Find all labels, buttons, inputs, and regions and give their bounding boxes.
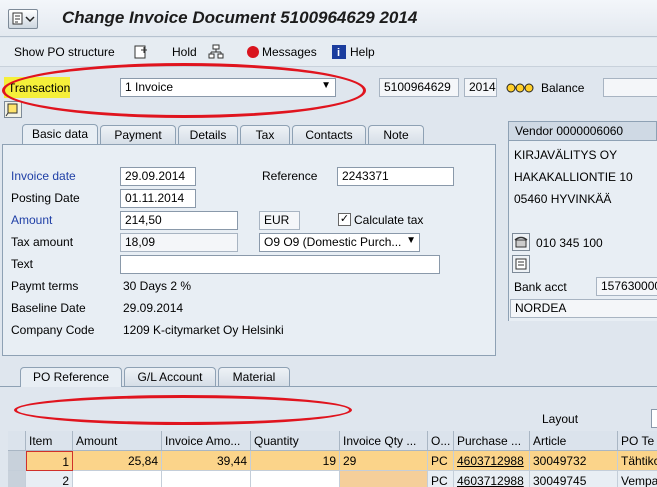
posting-date-field[interactable]: 01.11.2014 bbox=[120, 189, 196, 208]
baseline-date-value: 29.09.2014 bbox=[123, 301, 184, 315]
menu-icon[interactable] bbox=[8, 9, 38, 29]
grid-cell-item[interactable]: 1 bbox=[26, 451, 73, 471]
row-selector[interactable] bbox=[8, 471, 26, 487]
hierarchy-icon[interactable] bbox=[208, 44, 224, 60]
fiscal-year-field: 2014 bbox=[464, 78, 497, 97]
layout-field[interactable] bbox=[651, 409, 657, 428]
grid-cell-quantity[interactable]: 19 bbox=[251, 451, 340, 471]
grid-cell-invoice-amount[interactable]: 39,44 bbox=[162, 451, 251, 471]
column-header-amount[interactable]: Amount bbox=[73, 431, 162, 451]
baseline-date-label: Baseline Date bbox=[11, 301, 86, 315]
messages-button[interactable]: Messages bbox=[262, 45, 317, 59]
phone-icon[interactable] bbox=[512, 233, 530, 251]
grid-cell-item[interactable]: 2 bbox=[26, 471, 73, 487]
grid-cell-invoice-amount[interactable] bbox=[162, 471, 251, 487]
calculate-tax-checkbox[interactable]: ✓ bbox=[338, 213, 351, 226]
grid-cell-order-unit[interactable]: PC bbox=[428, 451, 454, 471]
tax-code-value: O9 O9 (Domestic Purch... bbox=[264, 235, 402, 249]
grid-cell-article[interactable]: 30049732 bbox=[530, 451, 618, 471]
invoice-date-field[interactable]: 29.09.2014 bbox=[120, 167, 196, 186]
tax-amount-field: 18,09 bbox=[120, 233, 238, 252]
fax-icon[interactable] bbox=[512, 255, 530, 273]
company-code-label: Company Code bbox=[11, 323, 95, 337]
column-header-article[interactable]: Article bbox=[530, 431, 618, 451]
tab-tax[interactable]: Tax bbox=[240, 125, 290, 144]
calculate-tax-label: Calculate tax bbox=[354, 213, 424, 227]
grid-cell-purchase-order[interactable]: 4603712988 bbox=[454, 471, 530, 487]
tab-note[interactable]: Note bbox=[368, 125, 424, 144]
row-selector-header[interactable] bbox=[8, 431, 26, 451]
balance-traffic-light-icon bbox=[506, 82, 536, 97]
detail-toggle-icon[interactable] bbox=[4, 101, 22, 118]
reference-label: Reference bbox=[262, 169, 318, 183]
column-header-invoice-qty[interactable]: Invoice Qty ... bbox=[340, 431, 428, 451]
tab-basic-data[interactable]: Basic data bbox=[22, 124, 98, 144]
document-icon[interactable] bbox=[133, 44, 149, 60]
grid-cell-order-unit: PC bbox=[428, 471, 454, 487]
help-icon[interactable]: i bbox=[331, 44, 347, 60]
layout-label: Layout bbox=[542, 412, 579, 426]
amount-field[interactable]: 214,50 bbox=[120, 211, 238, 230]
grid-cell-quantity[interactable] bbox=[251, 471, 340, 487]
balance-field bbox=[603, 78, 657, 97]
row-selector[interactable] bbox=[8, 451, 26, 471]
grid-cell-amount[interactable] bbox=[73, 471, 162, 487]
grid-cell-po-text: Vempa bbox=[618, 471, 657, 487]
column-header-invoice-amount[interactable]: Invoice Amo... bbox=[162, 431, 251, 451]
grid-cell-purchase-order[interactable]: 4603712988 bbox=[454, 451, 530, 471]
hold-button[interactable]: Hold bbox=[172, 45, 197, 59]
invoice-date-label: Invoice date bbox=[11, 169, 76, 183]
annotation-oval-grid bbox=[14, 395, 352, 425]
tab-payment[interactable]: Payment bbox=[100, 125, 176, 144]
tab-po-reference[interactable]: PO Reference bbox=[20, 367, 122, 387]
grid-cell-amount[interactable]: 25,84 bbox=[73, 451, 162, 471]
window-title: Change Invoice Document 5100964629 2014 bbox=[62, 8, 418, 27]
tax-code-select[interactable]: O9 O9 (Domestic Purch... ▼ bbox=[259, 233, 420, 252]
tab-gl-account[interactable]: G/L Account bbox=[124, 367, 216, 386]
company-code-value: 1209 K-citymarket Oy Helsinki bbox=[123, 323, 284, 337]
bank-name-field: NORDEA bbox=[510, 299, 657, 318]
posting-date-label: Posting Date bbox=[11, 191, 80, 205]
text-field[interactable] bbox=[120, 255, 440, 274]
column-header-po-text[interactable]: PO Te bbox=[618, 431, 657, 451]
vendor-phone: 010 345 100 bbox=[536, 236, 603, 250]
grid-cell-invoice-qty[interactable]: 29 bbox=[340, 451, 428, 471]
bank-account-field: 157630000 bbox=[596, 277, 657, 296]
vendor-city: 05460 HYVINKÄÄ bbox=[514, 192, 612, 206]
currency-field: EUR bbox=[259, 211, 300, 230]
reference-field[interactable]: 2243371 bbox=[337, 167, 454, 186]
grid-cell-invoice-qty[interactable] bbox=[340, 471, 428, 487]
amount-label: Amount bbox=[11, 213, 53, 227]
help-button[interactable]: Help bbox=[350, 45, 375, 59]
chevron-down-icon[interactable]: ▼ bbox=[406, 235, 416, 246]
document-number-field: 5100964629 bbox=[379, 78, 459, 97]
column-header-quantity[interactable]: Quantity bbox=[251, 431, 340, 451]
tax-amount-label: Tax amount bbox=[11, 235, 74, 249]
svg-text:i: i bbox=[337, 47, 340, 59]
column-header-item[interactable]: Item bbox=[26, 431, 73, 451]
grid-cell-po-text[interactable]: Tähtikc bbox=[618, 451, 657, 471]
vendor-street: HAKAKALLIONTIE 10 bbox=[514, 170, 633, 184]
text-label: Text bbox=[11, 257, 34, 271]
bank-account-label: Bank acct bbox=[514, 280, 567, 294]
payment-terms-value: 30 Days 2 % bbox=[123, 279, 192, 293]
annotation-oval-transaction bbox=[2, 63, 366, 118]
balance-label: Balance bbox=[541, 81, 585, 95]
column-header-order-unit[interactable]: O... bbox=[428, 431, 454, 451]
vendor-header: Vendor 0000006060 bbox=[508, 121, 657, 141]
payment-terms-label: Paymt terms bbox=[11, 279, 79, 293]
show-po-structure-button[interactable]: Show PO structure bbox=[14, 45, 115, 59]
tab-material[interactable]: Material bbox=[218, 367, 290, 386]
column-header-purchase-order[interactable]: Purchase ... bbox=[454, 431, 530, 451]
grid-cell-article: 30049745 bbox=[530, 471, 618, 487]
vendor-name: KIRJAVÄLITYS OY bbox=[514, 148, 618, 162]
tab-contacts[interactable]: Contacts bbox=[292, 125, 366, 144]
tab-details[interactable]: Details bbox=[178, 125, 238, 144]
messages-icon[interactable] bbox=[245, 44, 261, 60]
